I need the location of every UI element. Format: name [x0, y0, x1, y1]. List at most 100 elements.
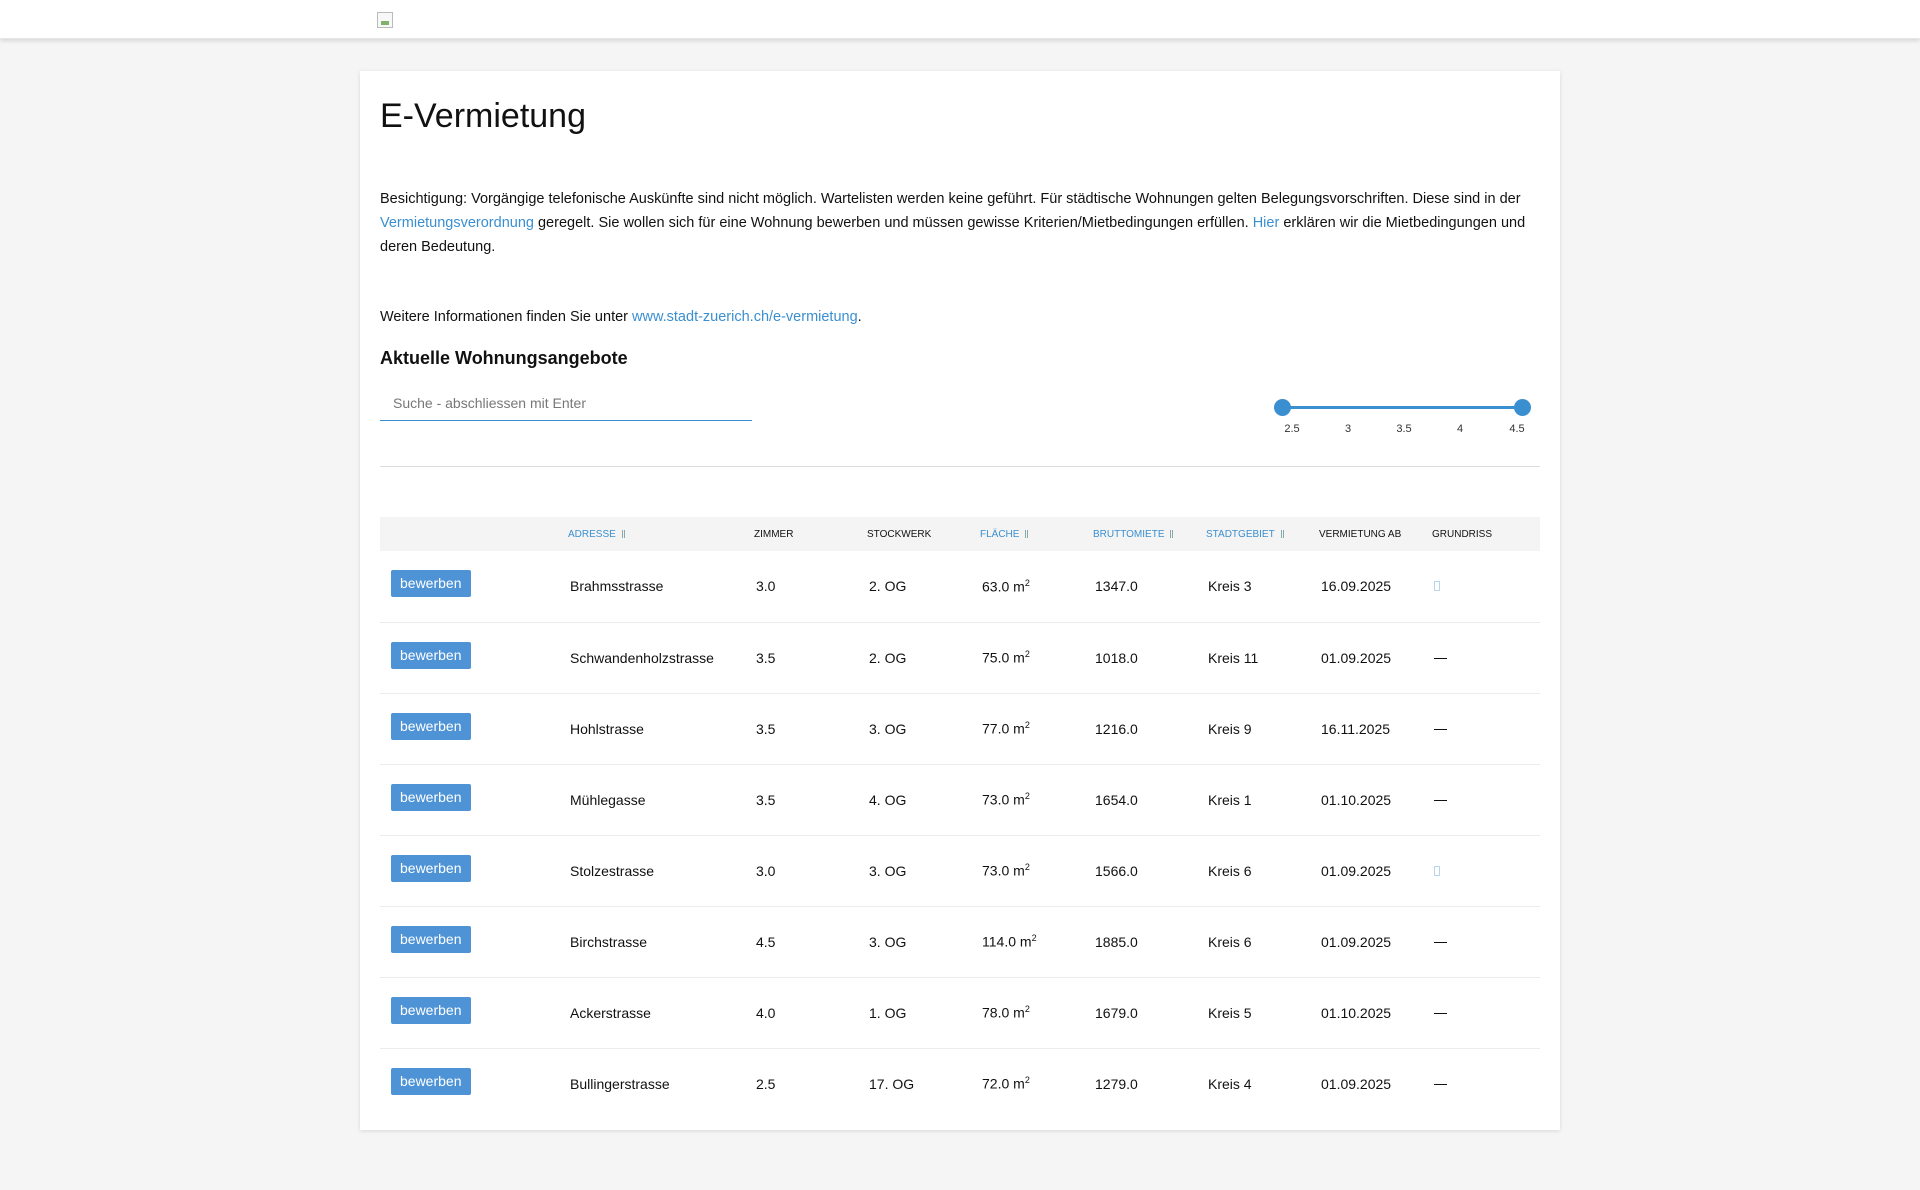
apply-cell: bewerben — [380, 764, 560, 835]
search-input[interactable] — [380, 386, 752, 421]
area-exponent: 2 — [1024, 1004, 1030, 1015]
cell-adresse: Bullingerstrasse — [570, 1075, 670, 1092]
slider-max-handle[interactable] — [1514, 399, 1531, 416]
header-adresse-label: Adresse — [568, 528, 616, 540]
cell-stockwerk: 4. OG — [869, 791, 907, 808]
cell-grundriss — [1424, 835, 1540, 906]
cell-vermietung-ab: 01.09.2025 — [1321, 862, 1392, 879]
apply-cell: bewerben — [380, 551, 560, 622]
header-empty — [380, 517, 560, 551]
flaeche-value: 72.0 — [982, 1075, 1010, 1092]
header-zimmer: Zimmer — [754, 528, 794, 540]
info-end: . — [857, 309, 862, 325]
cell-flaeche: 73.0 m2 — [972, 764, 1085, 835]
cell-stadtgebiet: Kreis 1 — [1208, 791, 1252, 808]
header-stadtgebiet[interactable]: Stadtgebiet — [1198, 517, 1311, 551]
sort-icon — [1170, 529, 1174, 538]
apply-button[interactable]: bewerben — [391, 783, 471, 811]
cell-zimmer: 2.5 — [756, 1075, 776, 1092]
slider-track[interactable] — [1282, 406, 1522, 409]
dash-icon — [1434, 729, 1447, 731]
table-row: bewerben Bullingerstrasse 2.5 17. OG 72.0 m2… — [380, 1048, 1540, 1113]
area-exponent: 2 — [1024, 649, 1030, 660]
flaeche-value: 63.0 — [982, 578, 1010, 595]
table-header-row: Adresse Zimmer Stockwerk Fläche Bruttomi… — [380, 517, 1540, 551]
cell-grundriss — [1424, 977, 1540, 1048]
cell-bruttomiete: 1679.0 — [1095, 1004, 1138, 1021]
apply-button[interactable]: bewerben — [391, 570, 471, 598]
cell-adresse: Mühlegasse — [570, 791, 646, 808]
apply-button[interactable]: bewerben — [391, 925, 471, 953]
cell-flaeche: 114.0 m2 — [972, 906, 1085, 977]
apply-button[interactable]: bewerben — [391, 854, 471, 882]
cell-vermietung-ab: 16.09.2025 — [1321, 578, 1392, 595]
slider-tick: 4.5 — [1509, 423, 1525, 435]
flaeche-value: 114.0 — [982, 933, 1016, 950]
header-adresse[interactable]: Adresse — [560, 517, 746, 551]
cell-zimmer: 4.0 — [756, 1004, 776, 1021]
apply-cell: bewerben — [380, 622, 560, 693]
cell-stadtgebiet: Kreis 11 — [1208, 649, 1259, 666]
area-exponent: 2 — [1024, 720, 1030, 731]
area-unit: m — [1013, 1075, 1025, 1092]
cell-stockwerk: 3. OG — [869, 933, 907, 950]
apply-cell: bewerben — [380, 835, 560, 906]
top-bar — [0, 0, 1920, 39]
cell-bruttomiete: 1885.0 — [1095, 933, 1138, 950]
flaeche-value: 73.0 — [982, 862, 1010, 879]
table-row: bewerben Stolzestrasse 3.0 3. OG 73.0 m2 1566… — [380, 835, 1540, 906]
cell-adresse: Schwandenholzstrasse — [570, 649, 714, 666]
cell-stockwerk: 2. OG — [869, 649, 907, 666]
cell-flaeche: 77.0 m2 — [972, 693, 1085, 764]
flaeche-value: 78.0 — [982, 1004, 1010, 1021]
cell-grundriss — [1424, 622, 1540, 693]
table-row: bewerben Hohlstrasse 3.5 3. OG 77.0 m2 1216.0… — [380, 693, 1540, 764]
area-exponent: 2 — [1024, 791, 1030, 802]
cell-adresse: Birchstrasse — [570, 933, 648, 950]
area-unit: m — [1013, 791, 1025, 808]
apply-button[interactable]: bewerben — [391, 1067, 471, 1095]
table-row: bewerben Brahmsstrasse 3.0 2. OG 63.0 m2 1347… — [380, 551, 1540, 622]
apartments-table-container: Adresse Zimmer Stockwerk Fläche Bruttomi… — [380, 517, 1540, 1113]
slider-tick: 4 — [1456, 423, 1464, 435]
floor-plan-icon[interactable] — [1434, 865, 1440, 876]
e-vermietung-link[interactable]: www.stadt-zuerich.ch/e-vermietung — [632, 309, 858, 325]
apartments-table: Adresse Zimmer Stockwerk Fläche Bruttomi… — [380, 517, 1540, 1113]
cell-grundriss — [1424, 1048, 1540, 1113]
hier-link[interactable]: Hier — [1253, 215, 1280, 231]
flaeche-value: 75.0 — [982, 649, 1010, 666]
slider-tick: 3.5 — [1396, 423, 1412, 435]
dash-icon — [1434, 658, 1447, 660]
cell-vermietung-ab: 16.11.2025 — [1321, 720, 1391, 737]
cell-zimmer: 3.0 — [756, 578, 776, 595]
header-bruttomiete[interactable]: Bruttomiete — [1085, 517, 1198, 551]
rooms-range-slider[interactable]: 2.5 3 3.5 4 4.5 — [1274, 397, 1531, 437]
area-unit: m — [1013, 862, 1025, 879]
cell-vermietung-ab: 01.09.2025 — [1321, 649, 1392, 666]
apply-button[interactable]: bewerben — [391, 712, 471, 740]
vermietungsverordnung-link[interactable]: Vermietungsverordnung — [380, 215, 534, 231]
cell-grundriss — [1424, 764, 1540, 835]
info-label: Weitere Informationen finden Sie unter — [380, 309, 633, 325]
floor-plan-icon[interactable] — [1434, 581, 1440, 592]
cell-vermietung-ab: 01.10.2025 — [1321, 791, 1392, 808]
cell-stadtgebiet: Kreis 4 — [1208, 1075, 1252, 1092]
cell-flaeche: 72.0 m2 — [972, 1048, 1085, 1113]
area-exponent: 2 — [1024, 577, 1030, 588]
sort-icon — [621, 529, 625, 538]
slider-min-handle[interactable] — [1274, 399, 1291, 416]
header-grundriss: Grundriss — [1432, 528, 1493, 540]
section-title: Aktuelle Wohnungsangebote — [380, 348, 628, 368]
logo-image[interactable] — [377, 12, 393, 28]
dash-icon — [1434, 1013, 1447, 1015]
cell-bruttomiete: 1347.0 — [1095, 578, 1138, 595]
apply-button[interactable]: bewerben — [391, 641, 471, 669]
intro-part-1: Besichtigung: Vorgängige telefonische Au… — [380, 191, 1521, 207]
cell-stadtgebiet: Kreis 6 — [1208, 933, 1252, 950]
header-flaeche[interactable]: Fläche — [972, 517, 1085, 551]
apply-button[interactable]: bewerben — [391, 996, 471, 1024]
table-row: bewerben Schwandenholzstrasse 3.5 2. OG 75.0… — [380, 622, 1540, 693]
apply-cell: bewerben — [380, 977, 560, 1048]
cell-bruttomiete: 1654.0 — [1095, 791, 1138, 808]
cell-stadtgebiet: Kreis 3 — [1208, 578, 1252, 595]
